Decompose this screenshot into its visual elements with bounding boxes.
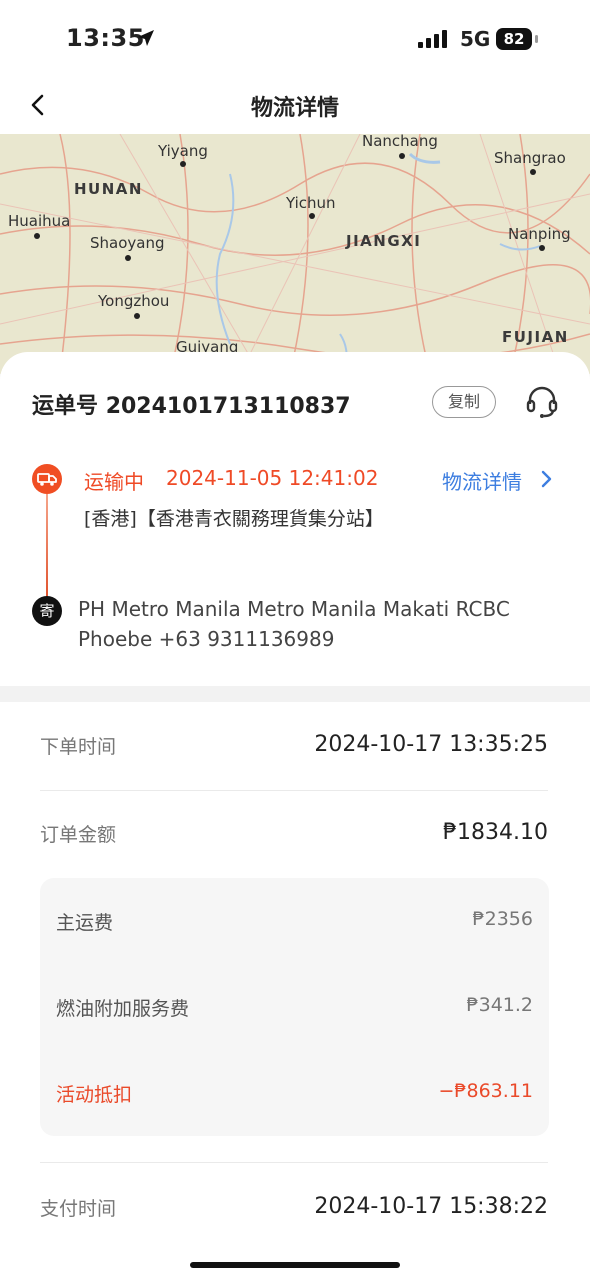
map-label-jiangxi: JIANGXI xyxy=(346,232,422,250)
map-label-shaoyang: Shaoyang xyxy=(90,234,165,252)
recipient-contact: Phoebe +63 9311136989 xyxy=(78,627,335,651)
map-label-yichun: Yichun xyxy=(286,194,336,212)
waybill-number: 运单号 2024101713110837 xyxy=(32,388,351,420)
waybill-value: 2024101713110837 xyxy=(105,394,351,419)
chevron-right-icon[interactable] xyxy=(540,468,554,490)
discount-label: 活动抵扣 xyxy=(56,1084,133,1106)
battery-tip xyxy=(535,35,538,43)
divider xyxy=(40,790,548,791)
order-details: 下单时间 2024-10-17 13:35:25 订单金额 ₱1834.10 主… xyxy=(0,702,590,1280)
status-timestamp: 2024-11-05 12:41:02 xyxy=(166,466,379,490)
map-label-yongzhou: Yongzhou xyxy=(98,292,170,310)
truck-icon xyxy=(37,473,57,486)
route-map[interactable]: Yiyang Nanchang Shangrao HUNAN Huaihua Y… xyxy=(0,134,590,374)
map-label-nanchang: Nanchang xyxy=(362,134,438,150)
order-amount-label: 订单金额 xyxy=(40,824,117,846)
copy-button[interactable]: 复制 xyxy=(432,386,496,418)
recipient-address: PH Metro Manila Metro Manila Makati RCBC… xyxy=(78,594,558,654)
shipment-status: 运输中 xyxy=(84,470,144,494)
network-type: 5G xyxy=(460,27,491,51)
current-location: [香港]【香港青衣關務理貨集分站】 xyxy=(84,508,384,530)
logistics-detail-link[interactable]: 物流详情 xyxy=(442,466,522,495)
customer-service-headset-icon[interactable] xyxy=(524,384,560,420)
location-arrow-icon xyxy=(138,30,154,46)
address-line: PH Metro Manila Metro Manila Makati RCBC xyxy=(78,597,510,621)
map-label-fujian: FUJIAN xyxy=(502,328,569,346)
fuel-surcharge-label: 燃油附加服务费 xyxy=(56,998,190,1020)
map-label-shangrao: Shangrao xyxy=(494,149,566,167)
divider xyxy=(40,1162,548,1163)
page-title: 物流详情 xyxy=(250,96,339,121)
main-freight-value: ₱2356 xyxy=(472,908,533,930)
fee-breakdown: 主运费 ₱2356 燃油附加服务费 ₱341.2 活动抵扣 −₱863.11 xyxy=(40,878,549,1136)
waybill-label: 运单号 xyxy=(32,394,99,419)
nav-header: 物流详情 xyxy=(0,80,590,134)
order-time-value: 2024-10-17 13:35:25 xyxy=(314,732,548,757)
timeline-line xyxy=(46,494,48,602)
map-label-nanping: Nanping xyxy=(508,225,571,243)
sender-badge: 寄 xyxy=(32,596,62,626)
order-time-label: 下单时间 xyxy=(40,736,117,758)
truck-status-icon xyxy=(32,464,62,494)
clock: 13:35 xyxy=(66,24,145,52)
battery-icon: 82 xyxy=(496,28,532,50)
order-amount-value: ₱1834.10 xyxy=(443,820,548,845)
cellular-signal-icon xyxy=(418,30,447,48)
main-freight-label: 主运费 xyxy=(56,912,114,934)
home-indicator[interactable] xyxy=(190,1262,400,1268)
map-label-hunan: HUNAN xyxy=(74,180,143,198)
shipment-card: 运单号 2024101713110837 复制 寄 运输中 2024-11-05… xyxy=(0,352,590,686)
discount-value: −₱863.11 xyxy=(438,1080,534,1102)
fuel-surcharge-value: ₱341.2 xyxy=(466,994,533,1016)
payment-time-value: 2024-10-17 15:38:22 xyxy=(314,1194,548,1219)
map-label-yiyang: Yiyang xyxy=(158,142,208,160)
payment-time-label: 支付时间 xyxy=(40,1198,117,1220)
map-label-huaihua: Huaihua xyxy=(8,212,71,230)
status-bar: 13:35 5G 82 xyxy=(0,0,590,80)
